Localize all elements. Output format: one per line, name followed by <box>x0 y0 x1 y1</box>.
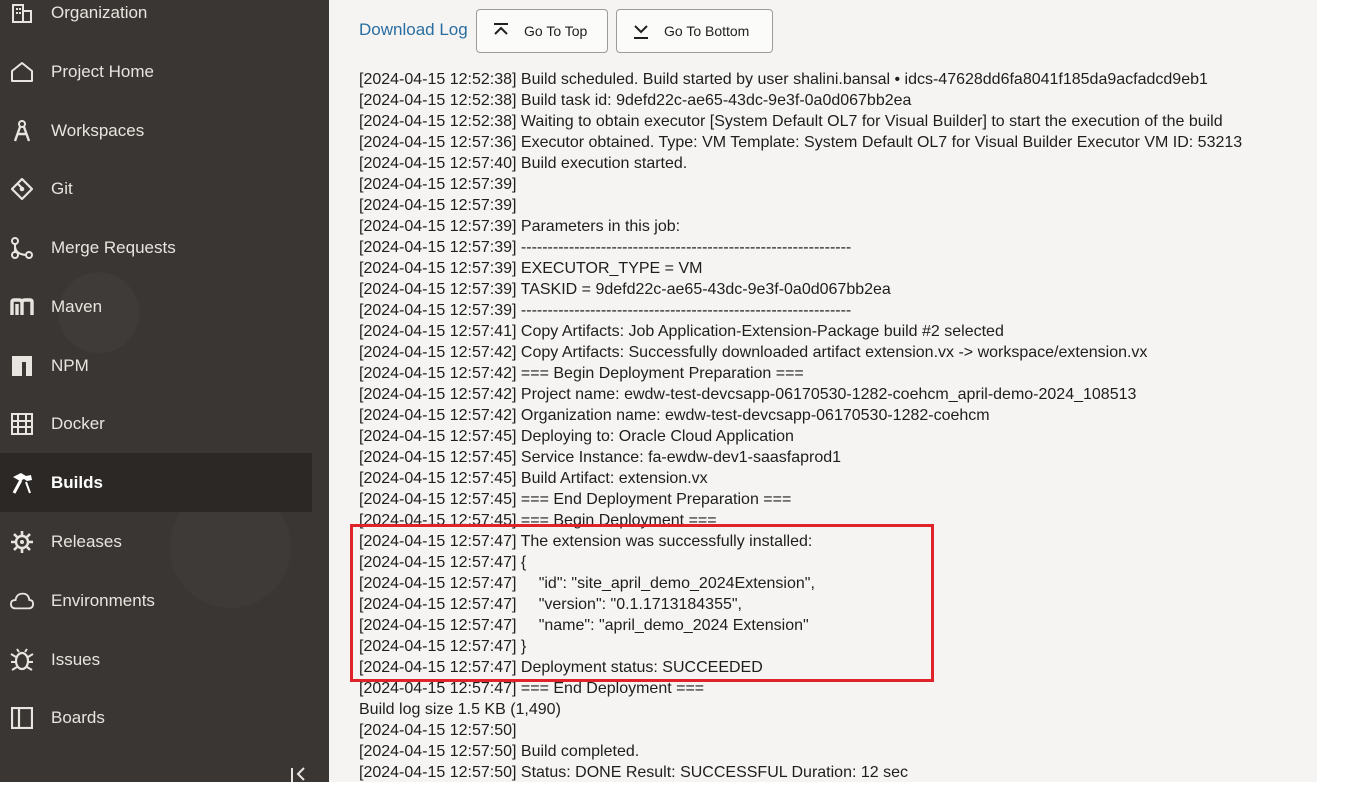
nav-label: Workspaces <box>51 121 145 140</box>
log-line: [2024-04-15 12:57:47] The extension was … <box>359 533 813 550</box>
log-line: [2024-04-15 12:57:42] Organization name:… <box>359 407 990 424</box>
log-line: [2024-04-15 12:57:45] Deploying to: Orac… <box>359 428 794 445</box>
nav-item-releases[interactable]: Releases <box>0 519 312 565</box>
log-line: [2024-04-15 12:57:47] === End Deployment… <box>359 680 705 697</box>
log-line: [2024-04-15 12:57:39] Parameters in this… <box>359 218 681 235</box>
nav-label: Docker <box>51 414 105 433</box>
nav-label: Maven <box>51 297 103 316</box>
go-to-top-button[interactable]: Go To Top <box>476 9 608 53</box>
nav-item-npm[interactable]: NPM <box>0 343 312 389</box>
nav-label: Git <box>51 179 73 198</box>
nav-item-maven[interactable]: Maven <box>0 284 312 330</box>
download-log-link[interactable]: Download Log <box>359 20 468 40</box>
log-line: [2024-04-15 12:52:38] Build task id: 9de… <box>359 92 912 109</box>
log-line: [2024-04-15 12:57:42] Copy Artifacts: Su… <box>359 344 1148 361</box>
maven-icon <box>10 295 34 319</box>
log-line: [2024-04-15 12:57:36] Executor obtained.… <box>359 134 1243 151</box>
docker-icon <box>10 412 34 436</box>
nav-label: Builds <box>51 472 103 492</box>
log-line: [2024-04-15 12:57:47] { <box>359 554 527 571</box>
nav-item-organization[interactable]: Organization <box>0 0 312 36</box>
bug-icon <box>10 648 34 672</box>
nav-item-boards[interactable]: Boards <box>0 695 312 741</box>
log-line: [2024-04-15 12:57:39] ------------------… <box>359 302 852 319</box>
log-line: [2024-04-15 12:57:42] === Begin Deployme… <box>359 365 804 382</box>
log-line: Build log size 1.5 KB (1,490) <box>359 701 561 718</box>
go-to-bottom-label: Go To Bottom <box>664 23 750 39</box>
gear-icon <box>10 530 34 554</box>
log-line: [2024-04-15 12:57:42] Project name: ewdw… <box>359 386 1137 403</box>
log-line: [2024-04-15 12:57:45] Service Instance: … <box>359 449 842 466</box>
nav-label: Organization <box>51 3 148 22</box>
log-line: [2024-04-15 12:57:39] TASKID = 9defd22c-… <box>359 281 891 298</box>
board-icon <box>10 706 34 730</box>
nav-label: Merge Requests <box>51 238 176 257</box>
build-log: [2024-04-15 12:52:38] Build scheduled. B… <box>359 69 1242 783</box>
log-line: [2024-04-15 12:57:47] } <box>359 638 527 655</box>
log-line: [2024-04-15 12:52:38] Build scheduled. B… <box>359 71 1208 88</box>
nav-label: Environments <box>51 591 155 610</box>
log-line: [2024-04-15 12:57:47] Deployment status:… <box>359 659 763 676</box>
log-line: [2024-04-15 12:57:39] <box>359 197 517 214</box>
nav-item-git[interactable]: Git <box>0 166 312 212</box>
sidebar: Organization Project Home Workspaces Git… <box>0 0 329 782</box>
go-to-top-label: Go To Top <box>524 23 588 39</box>
log-line: [2024-04-15 12:57:39] <box>359 176 517 193</box>
log-line: [2024-04-15 12:57:47] "version": "0.1.17… <box>359 596 742 613</box>
right-margin <box>1317 0 1355 782</box>
nav-item-issues[interactable]: Issues <box>0 637 312 683</box>
arrow-to-top-icon <box>493 22 509 40</box>
compass-icon <box>10 119 34 143</box>
nav-label: Releases <box>51 532 122 551</box>
log-line: [2024-04-15 12:57:39] EXECUTOR_TYPE = VM <box>359 260 703 277</box>
nav-label: Boards <box>51 708 105 727</box>
log-line: [2024-04-15 12:57:45] === Begin Deployme… <box>359 512 717 529</box>
collapse-sidebar-icon[interactable] <box>288 766 308 782</box>
log-line: [2024-04-15 12:57:41] Copy Artifacts: Jo… <box>359 323 1004 340</box>
arrow-to-bottom-icon <box>633 22 649 40</box>
home-icon <box>10 60 34 84</box>
nav-item-docker[interactable]: Docker <box>0 401 312 447</box>
hammer-icon <box>10 471 34 495</box>
nav-label: NPM <box>51 356 89 375</box>
merge-icon <box>10 236 34 260</box>
nav-item-environments[interactable]: Environments <box>0 578 312 624</box>
log-line: [2024-04-15 12:57:45] Build Artifact: ex… <box>359 470 708 487</box>
npm-icon <box>10 354 34 378</box>
log-line: [2024-04-15 12:57:50] Build completed. <box>359 743 640 760</box>
building-icon <box>10 1 34 25</box>
nav-item-builds[interactable]: Builds <box>0 453 312 512</box>
nav-label: Issues <box>51 650 101 669</box>
nav-item-project-home[interactable]: Project Home <box>0 49 312 95</box>
nav-item-merge-requests[interactable]: Merge Requests <box>0 225 312 271</box>
log-line: [2024-04-15 12:57:39] ------------------… <box>359 239 852 256</box>
git-icon <box>10 177 34 201</box>
log-line: [2024-04-15 12:57:47] "name": "april_dem… <box>359 617 809 634</box>
cloud-icon <box>10 589 34 613</box>
nav-item-workspaces[interactable]: Workspaces <box>0 108 312 154</box>
log-line: [2024-04-15 12:57:50] <box>359 722 517 739</box>
nav-label: Project Home <box>51 62 154 81</box>
log-line: [2024-04-15 12:57:47] "id": "site_april_… <box>359 575 815 592</box>
log-line: [2024-04-15 12:57:50] Status: DONE Resul… <box>359 764 909 781</box>
log-line: [2024-04-15 12:57:45] === End Deployment… <box>359 491 792 508</box>
log-line: [2024-04-15 12:57:40] Build execution st… <box>359 155 688 172</box>
go-to-bottom-button[interactable]: Go To Bottom <box>616 9 773 53</box>
log-line: [2024-04-15 12:52:38] Waiting to obtain … <box>359 113 1223 130</box>
